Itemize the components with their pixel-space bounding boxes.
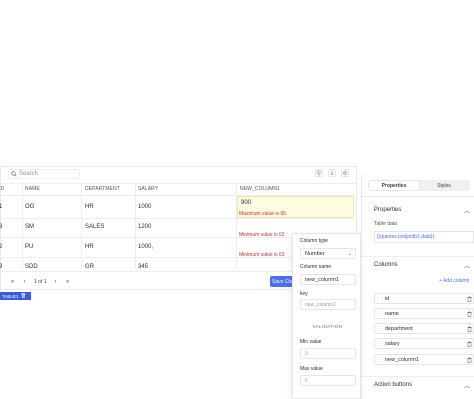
validation-error: Minimum value is 63 (239, 252, 285, 258)
column-type-select[interactable]: Number ⌄ (300, 248, 356, 259)
cell-salary[interactable]: 1200 (138, 224, 151, 230)
column-item-label: name (385, 310, 399, 317)
trash-icon[interactable] (465, 340, 473, 347)
cell-new-column1[interactable]: 900 (241, 200, 251, 206)
table-tool-icons: ⚲ ⤓ ⊘ (315, 169, 349, 177)
column-item-new-column1[interactable]: ⋮⋮ new_column1 (374, 354, 474, 365)
cell-salary[interactable]: 345 (138, 264, 148, 270)
tab-styles[interactable]: Styles (419, 181, 469, 190)
drag-handle-icon[interactable]: ⋮⋮ (375, 296, 385, 302)
properties-section-title[interactable]: Properties (374, 207, 401, 213)
validation-error: Minimum value is 63 (239, 232, 285, 238)
divider (362, 256, 474, 257)
header-new-column1[interactable]: NEW_COLUMN1 (240, 186, 280, 192)
column-item-salary[interactable]: ⋮⋮ salary (374, 338, 474, 349)
first-page-button[interactable]: « (8, 277, 17, 286)
save-changes-button[interactable]: Save Changes (270, 276, 294, 287)
min-value-label: Min value (300, 339, 322, 345)
widget-name-tag[interactable]: TABLE1 🗑 (0, 292, 31, 300)
column-divider (22, 183, 23, 269)
tab-properties[interactable]: Properties (369, 181, 419, 190)
column-visibility-icon[interactable]: ⊘ (341, 169, 349, 177)
column-name-input[interactable]: new_column1 (300, 274, 356, 285)
table-data-input[interactable]: {{queries.tooljetdb2.data}} (374, 231, 474, 243)
header-department[interactable]: DEPARTMENT (85, 186, 120, 192)
cell-name[interactable]: SDD (25, 264, 38, 270)
cell-department[interactable]: GR (85, 264, 94, 270)
table-data-label: Table data (374, 221, 398, 227)
action-buttons-section-title[interactable]: Action buttons (374, 382, 412, 388)
column-item-id[interactable]: ⋮⋮ id (374, 293, 474, 304)
columns-section-title[interactable]: Columns (374, 262, 398, 268)
column-type-label: Column type (300, 238, 329, 244)
validation-error: Maximum value is 95 (239, 211, 286, 217)
trash-icon[interactable] (465, 295, 473, 302)
prev-page-button[interactable]: ‹ (20, 277, 29, 286)
cell-salary[interactable]: 1000 (138, 204, 151, 210)
max-value-label: Max value (300, 366, 323, 372)
table-toolbar: Search ⚲ ⤓ ⊘ (1, 167, 358, 181)
chevron-up-icon[interactable]: ︿ (464, 261, 470, 270)
filter-icon[interactable]: ⚲ (315, 169, 323, 177)
cell-department[interactable]: HR (85, 244, 94, 250)
search-placeholder: Search (19, 171, 39, 177)
header-id[interactable]: ID (0, 186, 4, 192)
add-column-button[interactable]: + Add column (439, 278, 469, 284)
header-name[interactable]: NAME (25, 186, 40, 192)
column-item-label: id (385, 295, 390, 302)
app-canvas: Search ⚲ ⤓ ⊘ ID NAME DEPARTMENT SALARY N… (0, 0, 474, 399)
inspector-panel: Properties Styles Properties ︿ Table dat… (361, 174, 474, 399)
table-tag-label: TABLE1 (2, 293, 19, 299)
column-type-value: Number (305, 250, 325, 257)
drag-handle-icon[interactable]: ⋮⋮ (375, 326, 385, 332)
cell-name[interactable]: OG (25, 204, 34, 210)
drag-handle-icon[interactable]: ⋮⋮ (375, 311, 385, 317)
divider (362, 196, 474, 197)
table-search-input[interactable]: Search (8, 169, 80, 179)
min-value-input[interactable]: 3 (300, 348, 356, 359)
column-name-label: Column name (300, 264, 332, 270)
search-icon (11, 171, 17, 177)
delete-widget-icon[interactable]: 🗑 (20, 293, 26, 299)
drag-handle-icon[interactable]: ⋮⋮ (375, 357, 385, 363)
divider (362, 376, 474, 377)
trash-icon[interactable] (465, 325, 473, 332)
row-divider (0, 218, 357, 219)
inspector-tabs: Properties Styles (368, 180, 470, 191)
validation-section-title: VALIDATION (312, 324, 343, 329)
trash-icon[interactable] (465, 356, 473, 363)
chevron-up-icon[interactable]: ︿ (464, 381, 470, 390)
cell-id[interactable]: 2 (0, 244, 2, 250)
column-divider (135, 183, 136, 269)
column-settings-popover: Column type Number ⌄ Column name new_col… (292, 233, 361, 399)
column-item-department[interactable]: ⋮⋮ department (374, 323, 474, 334)
column-item-label: new_column1 (385, 356, 419, 363)
drag-handle-icon[interactable]: ⋮⋮ (375, 341, 385, 347)
cell-name[interactable]: PU (25, 244, 33, 250)
column-item-label: salary (385, 340, 400, 347)
cell-name[interactable]: SM (25, 224, 34, 230)
column-item-label: department (385, 325, 413, 332)
trash-icon[interactable] (465, 310, 473, 317)
last-page-button[interactable]: » (63, 277, 72, 286)
max-value-input[interactable]: 5 (300, 375, 356, 386)
key-label: key (300, 291, 308, 297)
cell-id[interactable]: 9 (0, 264, 2, 270)
column-divider (81, 183, 82, 269)
header-top-line (0, 183, 357, 184)
chevron-up-icon[interactable]: ︿ (464, 206, 470, 215)
cell-id[interactable]: 3 (0, 224, 2, 230)
page-indicator: 1 of 1 (34, 279, 47, 285)
download-icon[interactable]: ⤓ (328, 169, 336, 177)
cell-department[interactable]: SALES (85, 224, 104, 230)
cell-id[interactable]: 1 (0, 204, 2, 210)
cell-salary[interactable]: 1000, (138, 244, 153, 250)
cell-department[interactable]: HR (85, 204, 94, 210)
key-input[interactable]: new_column1 (300, 299, 356, 310)
chevron-down-icon: ⌄ (347, 250, 352, 257)
header-salary[interactable]: SALARY (138, 186, 158, 192)
column-item-name[interactable]: ⋮⋮ name (374, 308, 474, 319)
next-page-button[interactable]: › (51, 277, 60, 286)
